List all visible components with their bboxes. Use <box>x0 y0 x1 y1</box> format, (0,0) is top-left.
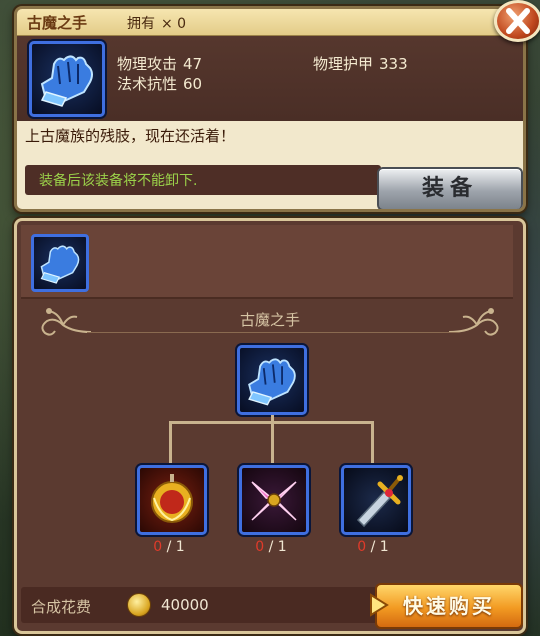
quick-buy-label: 快速购买 <box>403 594 495 618</box>
owned-count: 拥有 × 0 <box>127 13 186 33</box>
craft-cost-label: 合成花费 <box>31 598 92 616</box>
stat-phys-attack: 物理攻击 47 <box>117 55 203 73</box>
item-name: 古魔之手 <box>27 14 88 32</box>
close-button[interactable] <box>494 0 540 42</box>
selected-item-row <box>21 225 513 299</box>
owned-number: × 0 <box>161 16 187 32</box>
demon-hand-icon <box>248 358 296 406</box>
arrow-right-icon <box>370 593 389 617</box>
pink-shuriken-icon <box>251 481 297 521</box>
craft-cost-value: 40000 <box>161 596 209 614</box>
stat-phys-armor: 物理护甲 333 <box>313 55 408 73</box>
selected-item-thumb[interactable] <box>31 234 89 292</box>
stat-magic-resist: 法术抗性 60 <box>117 75 203 93</box>
tree-connector <box>169 421 373 424</box>
item-title-bar: 古魔之手 拥有 × 0 <box>17 9 523 36</box>
close-icon <box>506 8 530 34</box>
equip-warning: 装备后该装备将不能卸下. <box>39 173 198 189</box>
demon-hand-icon <box>40 245 80 284</box>
owned-label: 拥有 <box>127 16 155 32</box>
component-slot-3[interactable] <box>341 465 411 535</box>
component-2-quantity: 0 / 1 <box>255 539 287 555</box>
quick-buy-button[interactable]: 快速购买 <box>370 583 523 629</box>
item-info-panel: 古魔之手 拥有 × 0 物理攻击 47 物理护甲 333 法术抗性 60 上古魔族的残肢… <box>14 6 526 212</box>
tree-connector <box>371 421 374 463</box>
jeweled-sword-icon <box>356 475 403 528</box>
component-slot-1[interactable] <box>137 465 207 535</box>
golden-laurel-amulet-icon <box>151 474 193 523</box>
item-description: 上古魔族的残肢，现在还活着！ <box>25 127 236 145</box>
title-divider <box>87 332 459 333</box>
craft-cost-bar: 合成花费 40000 <box>21 587 377 623</box>
component-slot-2[interactable] <box>239 465 309 535</box>
recipe-panel: 古魔之手 0 / 1 0 / 1 0 / 1 合成花费 40000 快速购买 <box>14 218 526 634</box>
gold-coin-icon <box>127 593 151 617</box>
tree-connector <box>169 421 172 463</box>
equip-button[interactable]: 装备 <box>377 167 523 209</box>
component-3-quantity: 0 / 1 <box>357 539 389 555</box>
warning-strip: 装备后该装备将不能卸下. <box>25 165 381 195</box>
component-1-quantity: 0 / 1 <box>153 539 185 555</box>
demon-hand-icon <box>29 41 105 117</box>
recipe-title: 古魔之手 <box>239 311 300 329</box>
recipe-root-item[interactable] <box>237 345 307 415</box>
